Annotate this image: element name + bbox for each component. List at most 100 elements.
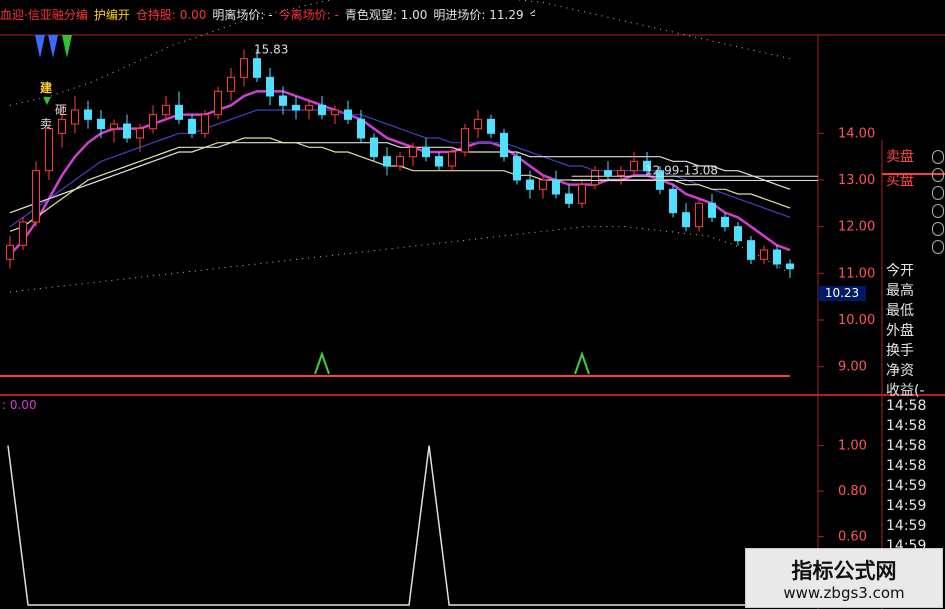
candle — [123, 114, 131, 143]
candle-body — [305, 104, 313, 111]
candle-body — [71, 109, 79, 125]
candle-body — [292, 104, 300, 111]
candle-body — [448, 151, 456, 167]
candle — [604, 161, 612, 180]
candle — [6, 236, 14, 269]
candle-body — [409, 146, 417, 158]
candle — [162, 96, 170, 120]
candle-body — [266, 76, 274, 97]
side-panel-label: 外盘 — [886, 323, 914, 339]
candle-body — [175, 104, 183, 120]
candle-body — [565, 193, 573, 204]
candle-body — [188, 118, 196, 134]
candle-body — [123, 123, 131, 139]
price-tick-label: 11.00 — [838, 266, 875, 281]
candle — [292, 96, 300, 120]
side-panel-label: 今开 — [886, 263, 914, 279]
candle — [747, 236, 755, 264]
candle-body — [240, 58, 248, 78]
candle-body — [747, 240, 755, 260]
candle-body — [214, 90, 222, 116]
price-tick-label: 12.00 — [838, 220, 875, 235]
candle-body — [396, 156, 404, 167]
candle — [32, 161, 40, 227]
candle-body — [201, 114, 209, 134]
candle-body — [58, 118, 66, 134]
candle-body — [110, 123, 118, 130]
candle — [500, 128, 508, 162]
side-panel-label: 最低 — [886, 303, 914, 319]
price-tick-label: 9.00 — [838, 360, 867, 375]
candle-body — [500, 132, 508, 158]
candle-body — [383, 156, 391, 167]
candle-body — [318, 104, 326, 116]
candle — [669, 184, 677, 218]
side-panel-label: 净资 — [886, 363, 914, 379]
candle-body — [474, 118, 482, 130]
candle-body — [227, 76, 235, 92]
candle — [695, 198, 703, 232]
candle — [188, 114, 196, 138]
chart-window: 血迎·信亚融分编 护编开 仓持股: 0.00 明离场价: - 今离场价: - 青色观望: … — [0, 0, 945, 609]
candle — [578, 180, 586, 208]
candle — [617, 166, 625, 185]
candle-body — [162, 104, 170, 116]
signal-caret — [314, 350, 330, 375]
side-panel-label: 14:59 — [886, 498, 927, 514]
candle — [201, 110, 209, 138]
candle-body — [526, 179, 534, 190]
side-panel-label: 14:58 — [886, 418, 927, 434]
candle-body — [786, 263, 794, 270]
top-marker-blue — [35, 35, 45, 58]
candle-body — [45, 128, 53, 172]
side-panel-label: 14:59 — [886, 478, 927, 494]
candle-body — [630, 160, 638, 172]
candle — [565, 184, 573, 208]
candle-body — [136, 128, 144, 139]
candle — [370, 133, 378, 162]
kline-chart-svg: 14.00 13.00 12.00 11.00 10.00 9.00 12.99-13.08… — [0, 0, 945, 609]
candle-body — [604, 170, 612, 176]
candle-body — [487, 118, 495, 134]
candle — [786, 259, 794, 278]
candle-body — [734, 226, 742, 242]
candle — [305, 100, 313, 120]
watermark: 指标公式网 www.zbgs3.com — [745, 548, 943, 608]
candle-body — [344, 109, 352, 120]
candle-body — [591, 170, 599, 186]
candle — [45, 124, 53, 180]
indicator-tick-label: 0.80 — [838, 484, 867, 499]
side-panel-label: 14:58 — [886, 438, 927, 454]
candle — [422, 138, 430, 162]
side-panel-label: 最高 — [886, 283, 914, 299]
high-price-label: 15.83 — [254, 42, 288, 56]
band-lower — [9, 226, 791, 293]
candle-body — [682, 212, 690, 228]
candle-body — [773, 249, 781, 265]
candle-body — [721, 216, 729, 228]
candle-body — [539, 179, 547, 190]
order-slot-icon — [932, 168, 944, 182]
candle — [760, 245, 768, 264]
candle-body — [461, 128, 469, 153]
candle — [721, 212, 729, 232]
candle — [487, 114, 495, 138]
candle-body — [97, 118, 105, 130]
candle — [708, 194, 716, 222]
signal-buy-text: 建 — [39, 80, 53, 95]
price-tick-label: 14.00 — [838, 126, 875, 141]
side-panel-label: 卖盘 — [886, 149, 914, 165]
candle-body — [695, 202, 703, 228]
price-tick-label: 10.00 — [838, 313, 875, 328]
side-panel-label: 收益(- — [886, 383, 925, 399]
candle-body — [708, 202, 716, 218]
candle — [435, 152, 443, 171]
candle — [19, 217, 27, 250]
top-marker-blue — [48, 35, 58, 58]
candle — [474, 110, 482, 138]
watermark-title: 指标公式网 — [791, 559, 897, 583]
candle-body — [617, 170, 625, 176]
side-panel-label: 买盘 — [886, 173, 914, 189]
candle — [344, 100, 352, 124]
candle — [513, 152, 521, 185]
